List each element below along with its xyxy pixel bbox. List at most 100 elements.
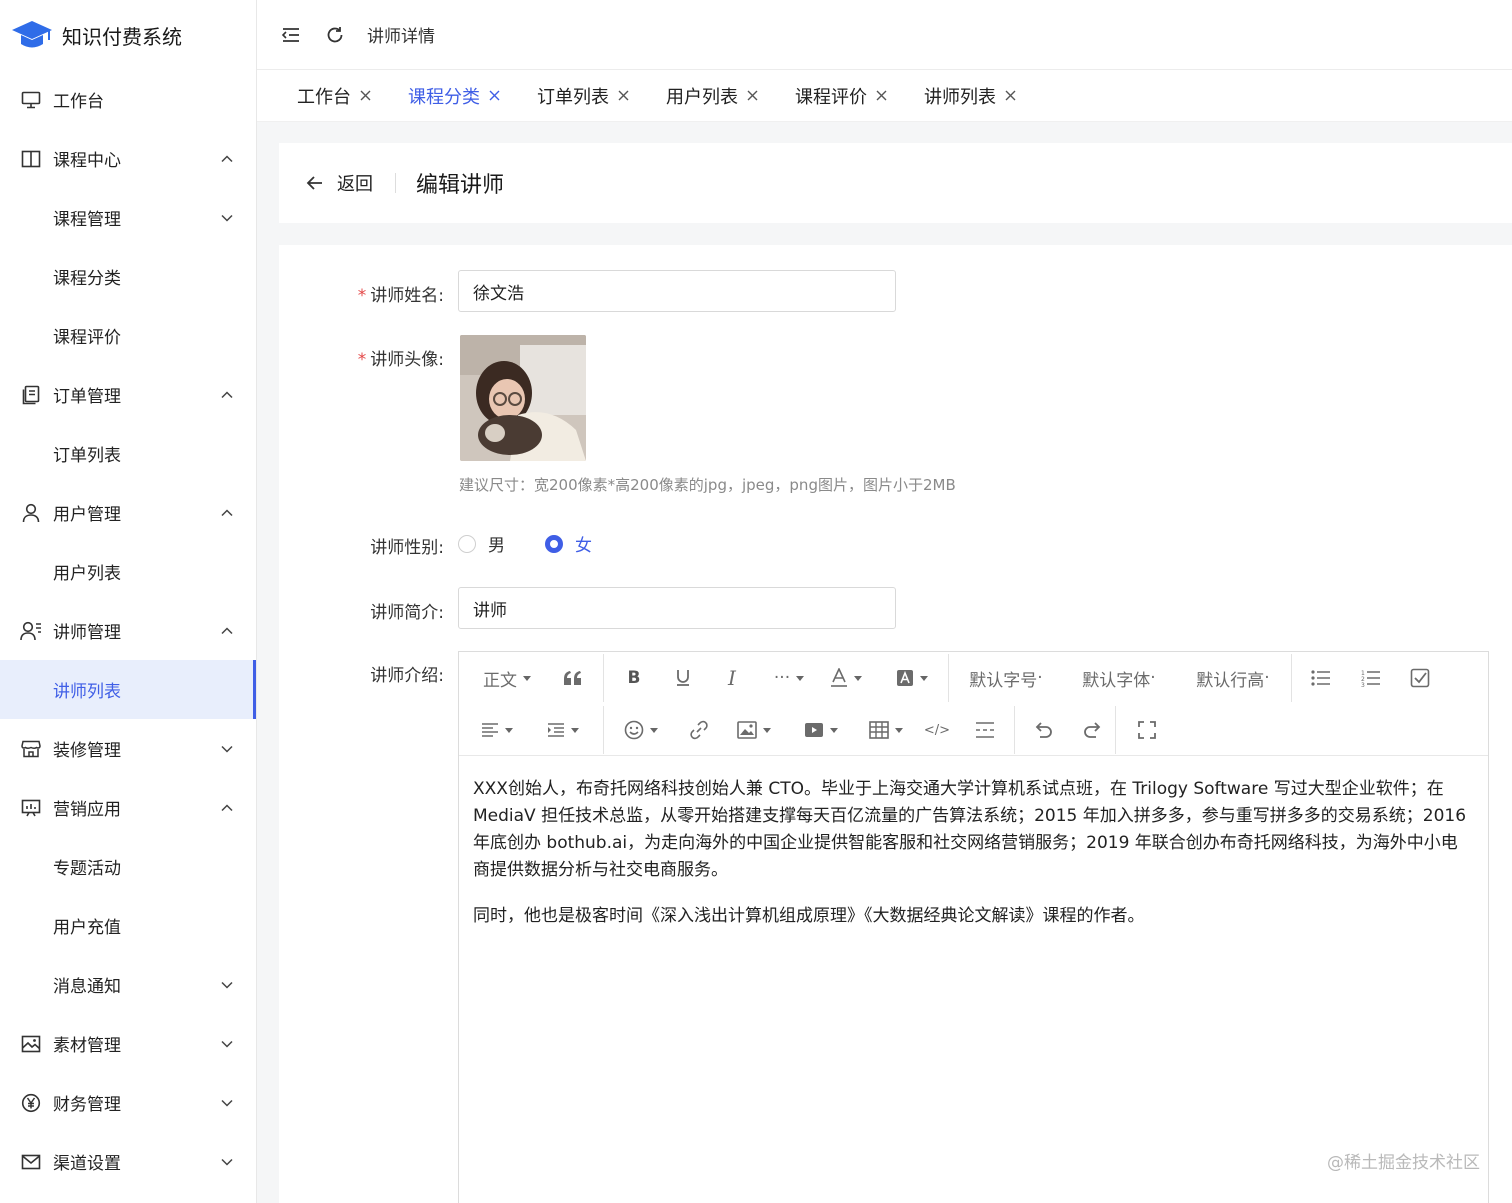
- sidebar-item-label: 课程评价: [53, 328, 121, 348]
- form-card: * 讲师姓名: 徐文浩 * 讲师头像: 建议尺寸：宽200像素*高200像素的jpg…: [279, 245, 1512, 1203]
- brief-label: 讲师简介:: [370, 603, 444, 623]
- more-style-icon[interactable]: ···: [762, 660, 816, 696]
- font-family-select[interactable]: 默认字体 ·: [1063, 660, 1175, 696]
- emoji-icon[interactable]: [604, 712, 678, 748]
- close-icon[interactable]: [488, 89, 501, 102]
- sidebar-item-label: 讲师列表: [53, 682, 121, 702]
- sidebar-item[interactable]: 订单列表: [0, 424, 256, 483]
- bold-icon[interactable]: B: [604, 660, 664, 696]
- close-icon[interactable]: [1004, 89, 1017, 102]
- sidebar-item[interactable]: 素材管理: [0, 1014, 256, 1073]
- back-button[interactable]: 返回: [305, 170, 373, 196]
- sidebar-item-label: 专题活动: [53, 859, 121, 879]
- sidebar-item[interactable]: 课程管理: [0, 188, 256, 247]
- quote-icon[interactable]: [543, 660, 603, 696]
- editor-paragraph: 同时，他也是极客时间《深入浅出计算机组成原理》《大数据经典论文解读》课程的作者。: [473, 906, 1145, 926]
- sidebar-item[interactable]: 讲师列表: [0, 660, 256, 719]
- sidebar-item-label: 课程中心: [53, 151, 121, 171]
- italic-icon[interactable]: I: [702, 660, 762, 696]
- close-icon[interactable]: [617, 89, 630, 102]
- numbered-list-icon[interactable]: 123: [1350, 660, 1392, 696]
- font-size-select[interactable]: 默认字号 ·: [949, 660, 1063, 696]
- redo-icon[interactable]: [1071, 712, 1115, 748]
- sidebar-item-label: 渠道设置: [53, 1154, 121, 1174]
- fullscreen-icon[interactable]: [1116, 712, 1178, 748]
- table-icon[interactable]: [854, 712, 918, 748]
- name-input[interactable]: 徐文浩: [458, 270, 896, 312]
- refresh-icon[interactable]: [323, 23, 347, 47]
- image-upload-icon[interactable]: [720, 712, 788, 748]
- tab[interactable]: 订单列表: [537, 83, 630, 109]
- sidebar-item[interactable]: 讲师管理: [0, 601, 256, 660]
- sidebar-item[interactable]: 消息通知: [0, 955, 256, 1014]
- link-icon[interactable]: [678, 712, 720, 748]
- sidebar-item[interactable]: 课程分类: [0, 247, 256, 306]
- tab[interactable]: 工作台: [297, 83, 372, 109]
- watermark: @稀土掘金技术社区: [1327, 1153, 1480, 1173]
- bg-color-icon[interactable]: [876, 660, 948, 696]
- sidebar-item[interactable]: 财务管理: [0, 1073, 256, 1132]
- topbar: 讲师详情: [257, 0, 1512, 70]
- avatar-photo-icon: [460, 335, 586, 461]
- chevron-up-icon: [220, 801, 234, 815]
- sidebar-item[interactable]: 专题活动: [0, 837, 256, 896]
- svg-text:3: 3: [1361, 682, 1365, 687]
- close-icon[interactable]: [746, 89, 759, 102]
- underline-icon[interactable]: [664, 660, 702, 696]
- close-icon[interactable]: [359, 89, 372, 102]
- avatar-image[interactable]: [460, 335, 586, 461]
- divider-line-icon[interactable]: [956, 712, 1014, 748]
- menu-fold-icon[interactable]: [279, 23, 303, 47]
- sidebar-item-label: 课程管理: [53, 210, 121, 230]
- bullet-list-icon[interactable]: [1292, 660, 1350, 696]
- sidebar-item[interactable]: 订单管理: [0, 365, 256, 424]
- sidebar-item[interactable]: 装修管理: [0, 719, 256, 778]
- sidebar-item[interactable]: 营销应用: [0, 778, 256, 837]
- tab-label: 课程分类: [408, 86, 480, 108]
- line-height-select[interactable]: 默认行高 ·: [1175, 660, 1291, 696]
- tab-label: 讲师列表: [924, 86, 996, 108]
- sidebar-item-label: 财务管理: [53, 1095, 121, 1115]
- brand[interactable]: 知识付费系统: [0, 0, 256, 70]
- line-height-label: 默认行高: [1196, 670, 1265, 691]
- chevron-up-icon: [220, 388, 234, 402]
- sidebar: 知识付费系统 工作台课程中心课程管理课程分类课程评价订单管理 订单列表 用户管理用户…: [0, 0, 257, 1203]
- undo-icon[interactable]: [1015, 712, 1071, 748]
- font-color-icon[interactable]: [816, 660, 876, 696]
- indent-icon[interactable]: [523, 712, 603, 748]
- monitor-icon: [20, 89, 42, 111]
- video-icon[interactable]: [788, 712, 854, 748]
- tab[interactable]: 讲师列表: [924, 83, 1017, 109]
- code-icon[interactable]: </>: [918, 712, 956, 748]
- sidebar-menu: 工作台课程中心课程管理课程分类课程评价订单管理 订单列表 用户管理用户列表讲师管理讲…: [0, 70, 256, 1191]
- sidebar-item[interactable]: 用户管理: [0, 483, 256, 542]
- editor-content[interactable]: XXX创始人，布奇托网络科技创始人兼 CTO。毕业于上海交通大学计算机系试点班，…: [459, 756, 1488, 969]
- sidebar-item[interactable]: 渠道设置: [0, 1132, 256, 1191]
- book-icon: [20, 148, 42, 170]
- close-icon[interactable]: [875, 89, 888, 102]
- gender-radio[interactable]: 男: [458, 531, 505, 556]
- tab[interactable]: 用户列表: [666, 83, 759, 109]
- chevron-up-icon: [220, 152, 234, 166]
- sidebar-item-label: 用户列表: [53, 564, 121, 584]
- todo-checkbox-icon[interactable]: [1392, 660, 1448, 696]
- radio-label: 女: [575, 536, 592, 556]
- gender-radio[interactable]: 女: [545, 531, 592, 556]
- brief-input[interactable]: 讲师: [458, 587, 896, 629]
- tab[interactable]: 课程评价: [795, 83, 888, 109]
- tab[interactable]: 课程分类: [408, 83, 501, 109]
- rich-text-editor: 正文 B I ··· 默认字号 · 默认字体 · 默认行高 · 1 2 3 </…: [458, 651, 1489, 1203]
- chevron-up-icon: [220, 506, 234, 520]
- order-icon: [20, 384, 42, 406]
- sidebar-item[interactable]: 用户列表: [0, 542, 256, 601]
- sidebar-item[interactable]: 课程中心: [0, 129, 256, 188]
- sidebar-item[interactable]: 工作台: [0, 70, 256, 129]
- paragraph-select-label: 正文: [483, 670, 517, 691]
- paragraph-select[interactable]: 正文: [471, 660, 543, 696]
- align-icon[interactable]: [471, 712, 523, 748]
- sidebar-item[interactable]: 课程评价: [0, 306, 256, 365]
- sidebar-item[interactable]: 用户充值: [0, 896, 256, 955]
- editor-paragraph: XXX创始人，布奇托网络科技创始人兼 CTO。毕业于上海交通大学计算机系试点班，…: [473, 779, 1467, 880]
- avatar-label-text: 讲师头像:: [370, 350, 444, 370]
- radio-label: 男: [488, 536, 505, 556]
